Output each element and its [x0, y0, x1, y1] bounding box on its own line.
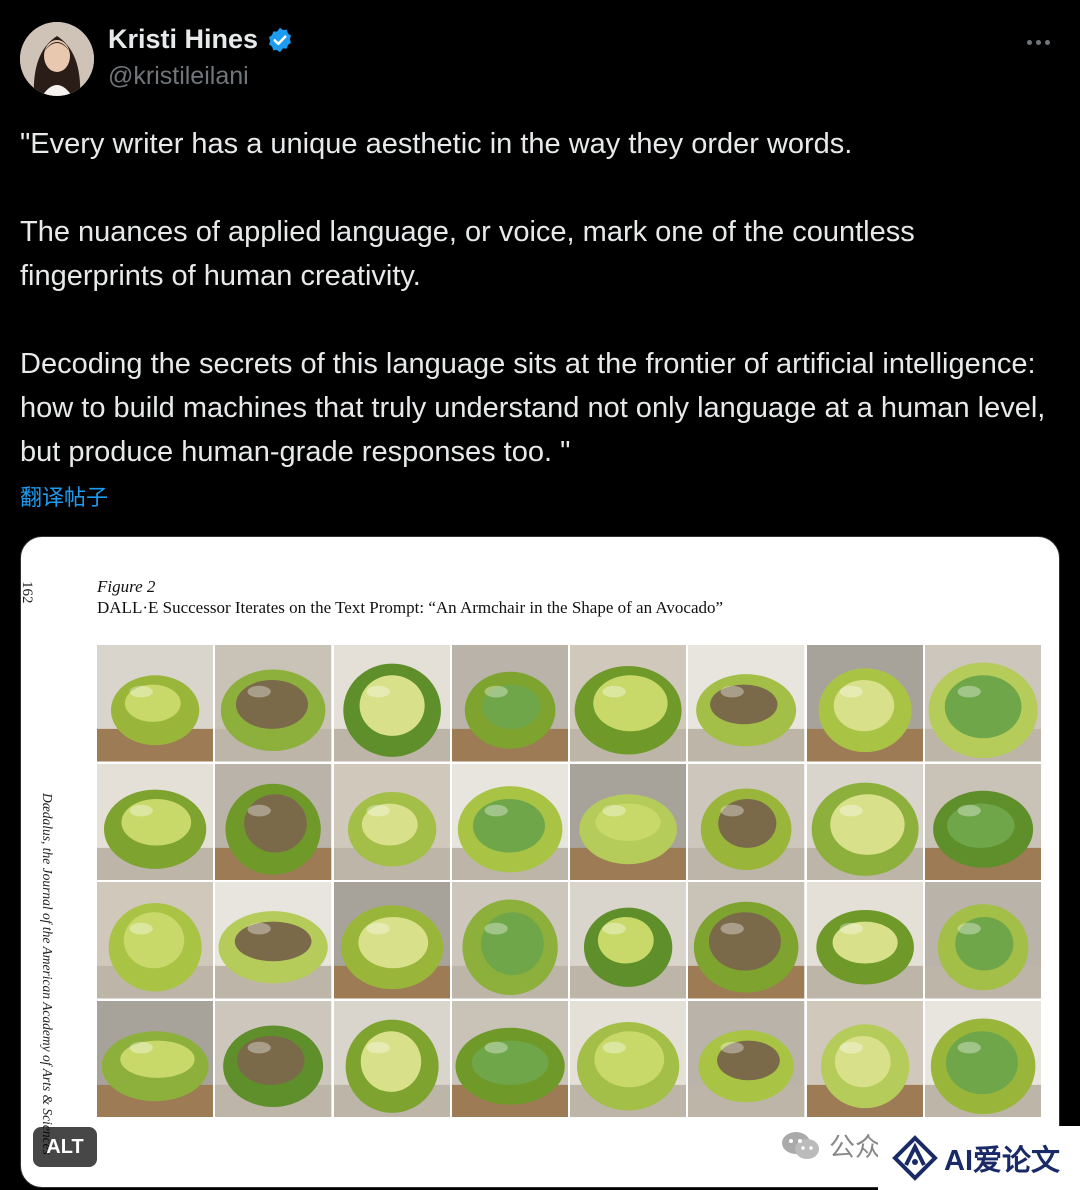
- author-handle[interactable]: @kristileilani: [108, 62, 249, 91]
- ai-logo-icon: [892, 1135, 938, 1181]
- brand-watermark: AI爱论文: [878, 1126, 1080, 1190]
- alt-text-button[interactable]: ALT: [33, 1127, 97, 1167]
- avocado-chair-image: [97, 763, 214, 880]
- avocado-chair-image: [97, 645, 214, 762]
- tweet-text: "Every writer has a unique aesthetic in …: [20, 122, 1050, 474]
- translate-post-link[interactable]: 翻译帖子: [20, 480, 108, 512]
- avocado-chair-image: [215, 645, 332, 762]
- figure-caption: DALL·E Successor Iterates on the Text Pr…: [97, 598, 724, 617]
- page-number: 162: [20, 581, 35, 604]
- wechat-watermark-text: 公众: [829, 1132, 882, 1162]
- avocado-chair-image: [570, 645, 687, 762]
- avatar[interactable]: [20, 22, 94, 96]
- avocado-chair-image: [806, 763, 923, 880]
- avocado-chair-image: [451, 763, 568, 880]
- wechat-watermark: 公众: [781, 1127, 881, 1164]
- tweet-paragraph-1: "Every writer has a unique aesthetic in …: [20, 128, 853, 160]
- avocado-chair-image: [924, 763, 1041, 880]
- avocado-chair-image: [688, 1000, 805, 1117]
- wechat-icon: [782, 1131, 819, 1159]
- avocado-chair-image: [924, 882, 1041, 999]
- avocado-chair-image: [215, 882, 332, 999]
- avocado-chair-image: [688, 645, 805, 762]
- avocado-chair-image: [688, 882, 805, 999]
- avocado-chair-image: [451, 882, 568, 999]
- journal-side-text: Dædalus, the Journal of the American Aca…: [40, 793, 55, 1155]
- tweet-paragraph-3: Decoding the secrets of this language si…: [20, 348, 1046, 468]
- verified-badge-icon: [269, 27, 292, 52]
- avocado-chair-image: [333, 645, 450, 762]
- avocado-chair-image: [333, 763, 450, 880]
- avocado-chair-image: [570, 882, 687, 999]
- author-name[interactable]: Kristi Hines: [108, 24, 258, 55]
- avocado-chair-image: [570, 1000, 687, 1117]
- avocado-chair-grid: [97, 645, 1041, 1117]
- avocado-chair-image: [215, 1000, 332, 1117]
- avocado-chair-image: [97, 1000, 214, 1117]
- more-options-icon[interactable]: [1020, 24, 1056, 60]
- avocado-chair-image: [451, 1000, 568, 1117]
- avocado-chair-image: [688, 763, 805, 880]
- avocado-chair-image: [806, 882, 923, 999]
- avocado-chair-image: [97, 882, 214, 999]
- tweet-header: Kristi Hines @kristileilani: [20, 20, 1060, 100]
- figure-label: Figure 2: [97, 577, 156, 596]
- avocado-chair-image: [333, 882, 450, 999]
- tweet-media-image[interactable]: 162 Dædalus, the Journal of the American…: [20, 536, 1060, 1188]
- avocado-chair-image: [924, 1000, 1041, 1117]
- tweet-paragraph-2: The nuances of applied language, or voic…: [20, 216, 915, 292]
- avocado-chair-image: [451, 645, 568, 762]
- avocado-chair-image: [570, 763, 687, 880]
- avocado-chair-image: [215, 763, 332, 880]
- avocado-chair-image: [924, 645, 1041, 762]
- avocado-chair-image: [806, 1000, 923, 1117]
- avocado-chair-image: [333, 1000, 450, 1117]
- brand-watermark-text: AI爱论文: [944, 1145, 1061, 1177]
- avocado-chair-image: [806, 645, 923, 762]
